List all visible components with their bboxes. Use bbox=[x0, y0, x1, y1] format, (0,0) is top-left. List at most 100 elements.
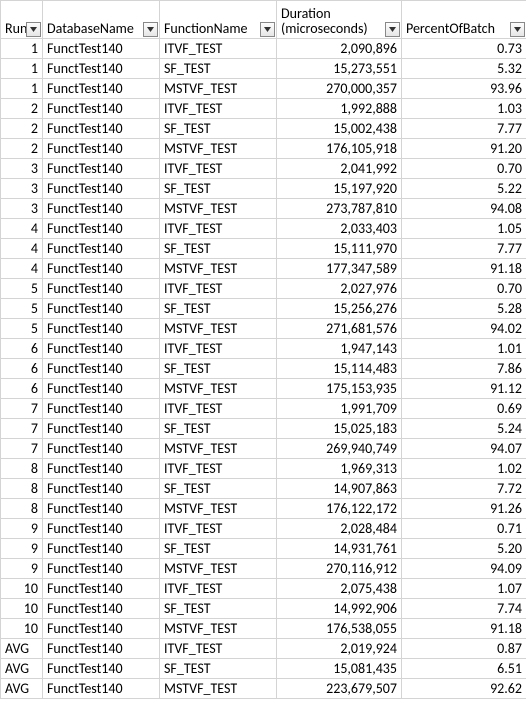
cell-percent[interactable]: 0.69 bbox=[402, 399, 526, 419]
cell-function[interactable]: ITVF_TEST bbox=[160, 219, 277, 239]
cell-function[interactable]: MSTVF_TEST bbox=[160, 439, 277, 459]
cell-percent[interactable]: 91.20 bbox=[402, 139, 526, 159]
cell-run[interactable]: 4 bbox=[1, 239, 43, 259]
cell-database[interactable]: FunctTest140 bbox=[43, 679, 160, 699]
cell-duration[interactable]: 15,111,970 bbox=[277, 239, 402, 259]
cell-percent[interactable]: 1.03 bbox=[402, 99, 526, 119]
cell-percent[interactable]: 94.08 bbox=[402, 199, 526, 219]
cell-function[interactable]: SF_TEST bbox=[160, 59, 277, 79]
filter-button-run[interactable] bbox=[26, 22, 41, 37]
cell-percent[interactable]: 93.96 bbox=[402, 79, 526, 99]
cell-database[interactable]: FunctTest140 bbox=[43, 159, 160, 179]
cell-function[interactable]: ITVF_TEST bbox=[160, 339, 277, 359]
cell-run[interactable]: 8 bbox=[1, 479, 43, 499]
cell-database[interactable]: FunctTest140 bbox=[43, 499, 160, 519]
cell-duration[interactable]: 15,256,276 bbox=[277, 299, 402, 319]
cell-duration[interactable]: 2,041,992 bbox=[277, 159, 402, 179]
cell-duration[interactable]: 15,114,483 bbox=[277, 359, 402, 379]
cell-run[interactable]: AVG bbox=[1, 659, 43, 679]
cell-database[interactable]: FunctTest140 bbox=[43, 139, 160, 159]
cell-percent[interactable]: 1.01 bbox=[402, 339, 526, 359]
cell-run[interactable]: 2 bbox=[1, 99, 43, 119]
cell-database[interactable]: FunctTest140 bbox=[43, 299, 160, 319]
cell-database[interactable]: FunctTest140 bbox=[43, 279, 160, 299]
cell-run[interactable]: 9 bbox=[1, 539, 43, 559]
cell-run[interactable]: 6 bbox=[1, 379, 43, 399]
cell-duration[interactable]: 1,947,143 bbox=[277, 339, 402, 359]
cell-function[interactable]: SF_TEST bbox=[160, 479, 277, 499]
cell-percent[interactable]: 7.74 bbox=[402, 599, 526, 619]
cell-function[interactable]: ITVF_TEST bbox=[160, 39, 277, 59]
cell-duration[interactable]: 1,991,709 bbox=[277, 399, 402, 419]
filter-button-duration[interactable] bbox=[385, 22, 400, 37]
cell-database[interactable]: FunctTest140 bbox=[43, 339, 160, 359]
filter-button-function[interactable] bbox=[260, 22, 275, 37]
cell-percent[interactable]: 0.70 bbox=[402, 279, 526, 299]
cell-percent[interactable]: 7.86 bbox=[402, 359, 526, 379]
cell-database[interactable]: FunctTest140 bbox=[43, 239, 160, 259]
cell-function[interactable]: MSTVF_TEST bbox=[160, 499, 277, 519]
cell-run[interactable]: 5 bbox=[1, 279, 43, 299]
cell-duration[interactable]: 271,681,576 bbox=[277, 319, 402, 339]
cell-run[interactable]: 3 bbox=[1, 179, 43, 199]
cell-percent[interactable]: 0.73 bbox=[402, 39, 526, 59]
cell-run[interactable]: 5 bbox=[1, 299, 43, 319]
cell-run[interactable]: AVG bbox=[1, 639, 43, 659]
cell-function[interactable]: ITVF_TEST bbox=[160, 579, 277, 599]
cell-run[interactable]: 5 bbox=[1, 319, 43, 339]
header-percent[interactable]: PercentOfBatch bbox=[402, 1, 526, 39]
cell-function[interactable]: SF_TEST bbox=[160, 359, 277, 379]
cell-database[interactable]: FunctTest140 bbox=[43, 579, 160, 599]
cell-duration[interactable]: 176,122,172 bbox=[277, 499, 402, 519]
cell-percent[interactable]: 5.22 bbox=[402, 179, 526, 199]
cell-function[interactable]: MSTVF_TEST bbox=[160, 199, 277, 219]
cell-database[interactable]: FunctTest140 bbox=[43, 619, 160, 639]
cell-database[interactable]: FunctTest140 bbox=[43, 479, 160, 499]
cell-database[interactable]: FunctTest140 bbox=[43, 319, 160, 339]
cell-percent[interactable]: 1.05 bbox=[402, 219, 526, 239]
cell-duration[interactable]: 176,105,918 bbox=[277, 139, 402, 159]
cell-function[interactable]: SF_TEST bbox=[160, 659, 277, 679]
cell-run[interactable]: 10 bbox=[1, 579, 43, 599]
cell-run[interactable]: AVG bbox=[1, 679, 43, 699]
cell-database[interactable]: FunctTest140 bbox=[43, 219, 160, 239]
cell-database[interactable]: FunctTest140 bbox=[43, 119, 160, 139]
cell-duration[interactable]: 273,787,810 bbox=[277, 199, 402, 219]
cell-function[interactable]: ITVF_TEST bbox=[160, 99, 277, 119]
cell-duration[interactable]: 2,090,896 bbox=[277, 39, 402, 59]
cell-duration[interactable]: 15,273,551 bbox=[277, 59, 402, 79]
cell-function[interactable]: ITVF_TEST bbox=[160, 639, 277, 659]
cell-percent[interactable]: 5.32 bbox=[402, 59, 526, 79]
cell-function[interactable]: ITVF_TEST bbox=[160, 399, 277, 419]
cell-percent[interactable]: 1.07 bbox=[402, 579, 526, 599]
cell-run[interactable]: 2 bbox=[1, 139, 43, 159]
cell-run[interactable]: 9 bbox=[1, 559, 43, 579]
cell-duration[interactable]: 2,033,403 bbox=[277, 219, 402, 239]
cell-function[interactable]: MSTVF_TEST bbox=[160, 139, 277, 159]
cell-database[interactable]: FunctTest140 bbox=[43, 439, 160, 459]
cell-function[interactable]: ITVF_TEST bbox=[160, 519, 277, 539]
cell-database[interactable]: FunctTest140 bbox=[43, 259, 160, 279]
cell-database[interactable]: FunctTest140 bbox=[43, 659, 160, 679]
cell-database[interactable]: FunctTest140 bbox=[43, 539, 160, 559]
filter-button-database[interactable] bbox=[143, 22, 158, 37]
cell-run[interactable]: 6 bbox=[1, 359, 43, 379]
cell-database[interactable]: FunctTest140 bbox=[43, 79, 160, 99]
cell-function[interactable]: MSTVF_TEST bbox=[160, 679, 277, 699]
cell-duration[interactable]: 15,002,438 bbox=[277, 119, 402, 139]
cell-duration[interactable]: 270,000,357 bbox=[277, 79, 402, 99]
header-duration[interactable]: Duration (microseconds) bbox=[277, 1, 402, 39]
cell-run[interactable]: 7 bbox=[1, 439, 43, 459]
cell-database[interactable]: FunctTest140 bbox=[43, 359, 160, 379]
cell-run[interactable]: 7 bbox=[1, 419, 43, 439]
cell-percent[interactable]: 7.77 bbox=[402, 239, 526, 259]
cell-percent[interactable]: 5.24 bbox=[402, 419, 526, 439]
cell-run[interactable]: 3 bbox=[1, 199, 43, 219]
cell-duration[interactable]: 15,025,183 bbox=[277, 419, 402, 439]
cell-database[interactable]: FunctTest140 bbox=[43, 599, 160, 619]
cell-duration[interactable]: 1,969,313 bbox=[277, 459, 402, 479]
cell-database[interactable]: FunctTest140 bbox=[43, 179, 160, 199]
cell-function[interactable]: MSTVF_TEST bbox=[160, 259, 277, 279]
cell-percent[interactable]: 91.26 bbox=[402, 499, 526, 519]
cell-duration[interactable]: 14,992,906 bbox=[277, 599, 402, 619]
